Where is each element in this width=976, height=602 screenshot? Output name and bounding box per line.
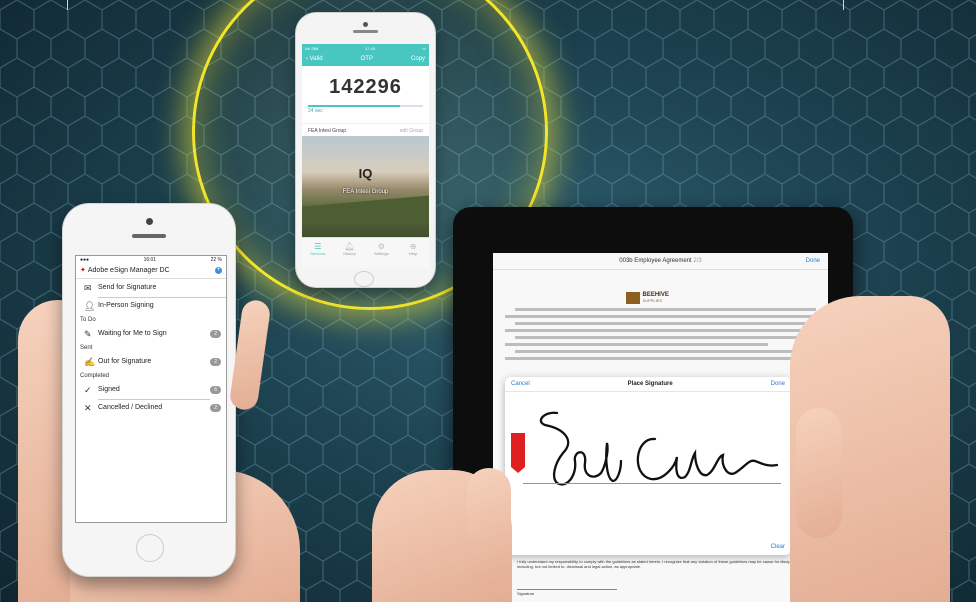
left-tablet-thumb xyxy=(467,468,511,588)
section-to-do: To Do xyxy=(80,317,96,323)
menu-icon: ☰ xyxy=(314,242,322,251)
back-button[interactable]: ‹ Valid xyxy=(306,56,323,62)
document-text-line xyxy=(505,357,816,360)
otp-screen: No SIM 17:44 ▭ ‹ Valid OTP Copy 142296 2… xyxy=(302,44,429,268)
esign-phone: ●●● 16:01 22 % ✦ Adobe eSign Manager DC … xyxy=(63,204,235,576)
document-text-line xyxy=(505,343,768,346)
out-for-signature-item[interactable]: ✍ Out for Signature 2 xyxy=(76,353,226,371)
send-pen-icon: ✍ xyxy=(84,356,96,367)
divider-line xyxy=(843,0,844,10)
signed-item[interactable]: ✓ Signed 6 xyxy=(76,381,226,400)
document-text-line xyxy=(515,308,816,311)
panel-title: Place Signature xyxy=(627,381,673,387)
camera-icon xyxy=(363,22,368,27)
otp-timer-bar xyxy=(308,105,423,107)
cancelled-item[interactable]: ✕ Cancelled / Declined 2 xyxy=(76,399,226,417)
adobe-logo-icon: ✦ xyxy=(80,267,86,274)
count-badge: 6 xyxy=(210,386,221,394)
done-button[interactable]: Done xyxy=(806,258,820,264)
in-person-signing-item[interactable]: 👤︎ In-Person Signing xyxy=(76,297,226,315)
status-bar: ●●● 16:01 22 % xyxy=(80,257,222,263)
intesi-logo-icon: IQ xyxy=(358,166,373,181)
gear-icon: ⚙ xyxy=(377,242,385,251)
envelope-icon: ✉ xyxy=(84,282,92,293)
otp-timer-fill xyxy=(308,105,400,107)
signature-canvas[interactable] xyxy=(505,391,791,541)
beehive-logo-icon xyxy=(625,292,640,304)
clear-button[interactable]: Clear xyxy=(771,544,785,550)
app-title: Adobe eSign Manager DC xyxy=(87,266,170,274)
cancel-button[interactable]: Cancel xyxy=(511,381,530,387)
speaker-icon xyxy=(353,30,378,33)
document-header: 003b Employee Agreement 2/3 Done xyxy=(493,253,828,270)
camera-icon xyxy=(146,218,153,225)
document-text-line xyxy=(515,350,816,353)
person-icon: 👤︎ xyxy=(84,300,96,311)
add-icon[interactable]: + xyxy=(215,266,222,274)
signed-check-icon: ✓ xyxy=(84,384,92,395)
otp-code: 142296 xyxy=(329,76,402,98)
page-title: OTP xyxy=(360,56,373,62)
tablet-screen: 003b Employee Agreement 2/3 Done BEEHIVE… xyxy=(493,253,828,602)
document-text-line xyxy=(505,315,816,318)
section-sent: Sent xyxy=(80,345,93,351)
otp-phone: No SIM 17:44 ▭ ‹ Valid OTP Copy 142296 2… xyxy=(296,13,435,287)
group-image-caption: FEA Intesi Group xyxy=(342,189,389,195)
count-badge: 2 xyxy=(210,358,221,366)
edit-group-link[interactable]: edit Group xyxy=(400,128,423,134)
signature-stroke xyxy=(636,437,779,481)
battery-icon: ▭ xyxy=(422,45,426,51)
signature-caption: Signature xyxy=(517,589,617,596)
bell-icon: 🔔︎ xyxy=(344,242,355,251)
divider-line xyxy=(67,0,68,10)
document-text-line xyxy=(515,336,816,339)
speaker-icon xyxy=(132,234,166,238)
home-button[interactable] xyxy=(136,534,164,562)
right-thumb xyxy=(796,408,842,538)
home-button[interactable] xyxy=(354,271,374,287)
signature-panel-header: Cancel Place Signature Done xyxy=(505,377,791,392)
esign-nav-bar: ✦ Adobe eSign Manager DC + xyxy=(76,264,226,279)
signature-stroke xyxy=(539,411,623,486)
tab-history[interactable]: 🔔︎ History xyxy=(334,238,366,268)
tab-bar: ☰ Services 🔔︎ History ⚙ Settings ⊕ Help xyxy=(302,237,429,268)
count-badge: 2 xyxy=(210,330,221,338)
copy-button[interactable]: Copy xyxy=(411,56,425,62)
panel-done-button[interactable]: Done xyxy=(771,381,785,387)
help-icon: ⊕ xyxy=(409,242,417,251)
group-name: FEA Intesi Group xyxy=(308,128,347,134)
send-for-signature-item[interactable]: ✉ Send for Signature xyxy=(76,279,226,298)
signature-baseline xyxy=(523,483,781,484)
tab-services[interactable]: ☰ Services xyxy=(302,238,334,268)
document-text-line xyxy=(515,322,816,325)
otp-timer: 24 sec xyxy=(308,108,323,114)
count-badge: 2 xyxy=(210,404,221,412)
document-title: 003b Employee Agreement xyxy=(619,258,692,264)
signal-icon: ●●● xyxy=(80,257,90,263)
chevron-left-icon: ‹ xyxy=(306,56,308,62)
tab-help[interactable]: ⊕ Help xyxy=(397,238,429,268)
waiting-for-me-item[interactable]: ✎ Waiting for Me to Sign 2 xyxy=(76,325,226,343)
place-signature-panel: Cancel Place Signature Done Clear xyxy=(505,377,791,555)
status-bar: No SIM 17:44 ▭ xyxy=(302,44,429,52)
close-icon: ✕ xyxy=(84,402,92,413)
group-image: IQ FEA Intesi Group xyxy=(302,136,429,238)
tab-settings[interactable]: ⚙ Settings xyxy=(366,238,398,268)
pen-icon: ✎ xyxy=(84,328,92,339)
section-completed: Completed xyxy=(80,373,110,379)
otp-nav-bar: ‹ Valid OTP Copy xyxy=(302,52,429,66)
document-text-line xyxy=(505,329,816,332)
brand-logo: BEEHIVE SUPPLIES xyxy=(625,292,696,304)
esign-screen: ●●● 16:01 22 % ✦ Adobe eSign Manager DC … xyxy=(75,255,227,523)
agreement-text: I fully understand my responsibility to … xyxy=(517,559,812,569)
